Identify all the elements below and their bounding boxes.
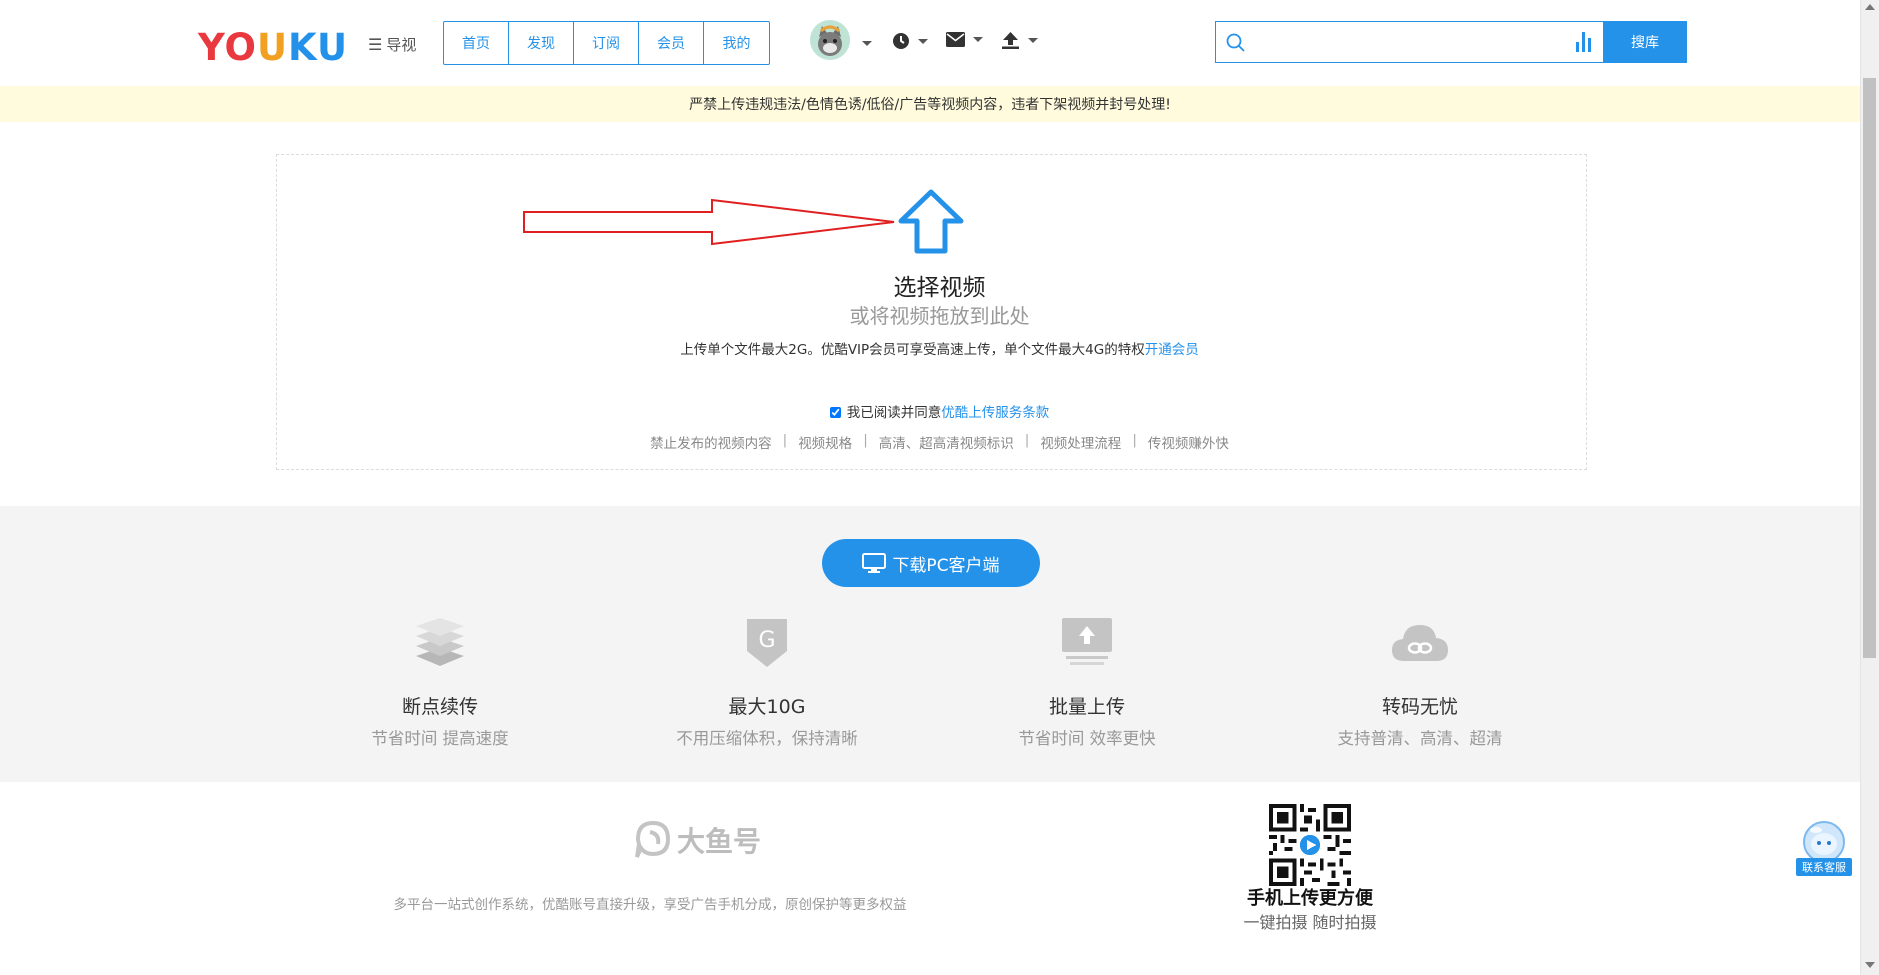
- dayu-logo-text: 大鱼号: [677, 825, 762, 858]
- voice-bars-icon[interactable]: [1575, 32, 1593, 52]
- agree-label: 我已阅读并同意: [846, 405, 942, 421]
- mobile-upload-subtitle: 一键拍摄 随时拍摄: [1243, 913, 1377, 932]
- tab-mine[interactable]: 我的: [704, 22, 769, 64]
- tab-vip[interactable]: 会员: [639, 22, 704, 64]
- download-pc-label: 下载PC客户端: [892, 555, 1000, 576]
- message-button[interactable]: [946, 32, 983, 47]
- feature-subtitle: 节省时间 提高速度: [371, 729, 509, 748]
- scroll-up-icon[interactable]: [1865, 4, 1875, 10]
- feature-subtitle: 不用压缩体积，保持清晰: [676, 729, 858, 748]
- fish-logo-icon: [635, 820, 671, 858]
- help-link-hd[interactable]: 高清、超高清视频标识: [879, 432, 1014, 452]
- monitor-icon: [862, 553, 887, 573]
- feature-title: 最大10G: [728, 696, 806, 718]
- avatar-caret-icon[interactable]: [862, 41, 872, 46]
- dayu-logo[interactable]: 大鱼号: [635, 820, 761, 860]
- feature-subtitle: 节省时间 效率更快: [1018, 729, 1156, 748]
- tab-subscribe[interactable]: 订阅: [574, 22, 639, 64]
- help-link-earn[interactable]: 传视频赚外快: [1148, 432, 1229, 452]
- select-video-button[interactable]: 选择视频: [0, 268, 1879, 302]
- terms-link[interactable]: 优酷上传服务条款: [941, 405, 1049, 421]
- upload-limit-text: 上传单个文件最大2G。优酷VIP会员可享受高速上传，单个文件最大4G的特权开通会…: [0, 338, 1879, 358]
- contact-service-label[interactable]: 联系客服: [1796, 858, 1852, 876]
- mobile-upload-title: 手机上传更方便: [1247, 888, 1373, 909]
- nav-menu-button[interactable]: ☰ 导视: [368, 34, 416, 55]
- feature-batch: 批量上传 节省时间 效率更快: [957, 612, 1217, 749]
- clock-icon: [893, 33, 909, 49]
- menu-icon: ☰: [368, 35, 383, 54]
- help-link-specs[interactable]: 视频规格: [798, 432, 852, 452]
- chevron-down-icon: [1028, 38, 1038, 43]
- mail-icon: [946, 32, 965, 47]
- scroll-down-icon[interactable]: [1865, 962, 1875, 968]
- tab-home[interactable]: 首页: [444, 22, 509, 64]
- cloud-icon: [1392, 625, 1448, 661]
- scrollbar-thumb[interactable]: [1863, 78, 1876, 658]
- agreement-row: 我已阅读并同意优酷上传服务条款: [0, 401, 1879, 421]
- help-link-process[interactable]: 视频处理流程: [1040, 432, 1121, 452]
- g-badge-icon: G: [747, 619, 787, 667]
- youku-logo[interactable]: YOUKU: [198, 26, 348, 69]
- search-button[interactable]: 搜库: [1603, 21, 1687, 63]
- chevron-down-icon: [973, 37, 983, 42]
- help-links: 禁止发布的视频内容 | 视频规格 | 高清、超高清视频标识 | 视频处理流程 | 传视频…: [650, 432, 1229, 452]
- qr-code-image: [1269, 804, 1351, 886]
- notice-banner: 严禁上传违规违法/色情色诱/低俗/广告等视频内容，违者下架视频并封号处理!: [0, 86, 1860, 122]
- nav-tabs: 首页 发现 订阅 会员 我的: [443, 21, 770, 65]
- feature-transcode: 转码无忧 支持普清、高清、超清: [1290, 612, 1550, 749]
- agree-checkbox[interactable]: [829, 407, 841, 418]
- feature-title: 转码无忧: [1381, 696, 1458, 718]
- feature-title: 批量上传: [1048, 696, 1125, 718]
- red-arrow-annotation: [523, 198, 895, 246]
- batch-upload-icon: [1062, 618, 1112, 665]
- nav-menu-label: 导视: [386, 36, 417, 54]
- chevron-down-icon: [918, 38, 928, 44]
- help-link-prohibited[interactable]: 禁止发布的视频内容: [650, 432, 772, 452]
- feature-title: 断点续传: [401, 696, 478, 718]
- layers-icon: [416, 618, 464, 666]
- search-input[interactable]: [1215, 21, 1603, 63]
- svg-text:G: G: [758, 628, 775, 653]
- upload-icon: [1002, 32, 1019, 49]
- avatar[interactable]: [810, 20, 850, 60]
- dayu-description: 多平台一站式创作系统，优酷账号直接升级，享受广告手机分成，原创保护等更多权益: [393, 897, 907, 913]
- upload-limit-label: 上传单个文件最大2G。优酷VIP会员可享受高速上传，单个文件最大4G的特权: [680, 342, 1145, 358]
- drag-hint: 或将视频拖放到此处: [849, 304, 1030, 328]
- feature-subtitle: 支持普清、高清、超清: [1337, 729, 1503, 748]
- upload-arrow-icon[interactable]: [897, 188, 965, 256]
- feature-max-size: G 最大10G 不用压缩体积，保持清晰: [637, 612, 897, 749]
- feature-resume: 断点续传 节省时间 提高速度: [310, 612, 570, 749]
- open-vip-link[interactable]: 开通会员: [1145, 342, 1199, 358]
- upload-menu-button[interactable]: [1001, 32, 1038, 49]
- tab-discover[interactable]: 发现: [509, 22, 574, 64]
- history-button[interactable]: [892, 32, 928, 50]
- search-icon: [1226, 33, 1245, 52]
- download-pc-client-button[interactable]: 下载PC客户端: [822, 539, 1040, 587]
